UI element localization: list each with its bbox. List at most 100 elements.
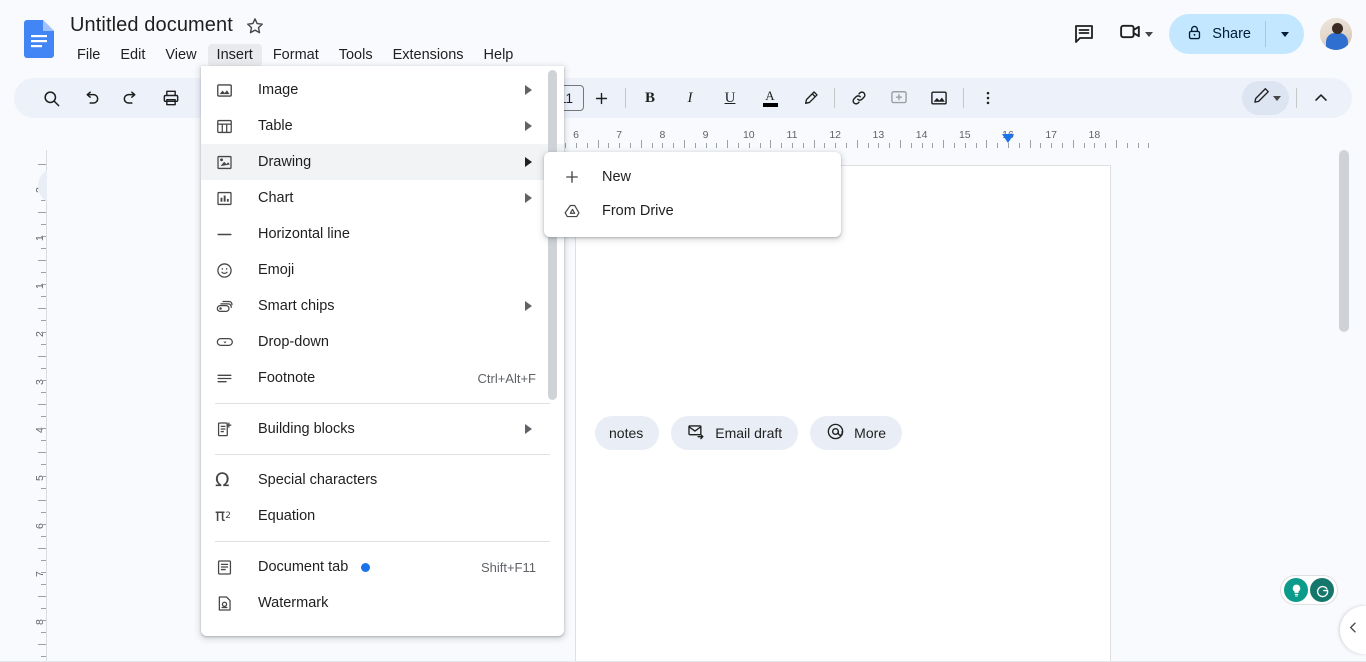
grammarly-logo-icon[interactable] <box>1310 578 1334 602</box>
menu-item-building-blocks[interactable]: Building blocks <box>201 411 564 447</box>
page-scrollbar[interactable] <box>1339 150 1349 662</box>
menu-item-horizontal-line[interactable]: Horizontal line <box>201 216 564 252</box>
google-docs-icon[interactable] <box>24 20 54 58</box>
chip-notes[interactable]: notes <box>595 416 660 450</box>
ruler-tick <box>38 404 46 405</box>
menu-help[interactable]: Help <box>475 44 523 67</box>
horizontal-line-icon <box>215 225 241 244</box>
ruler-tick <box>932 143 934 148</box>
menu-file[interactable]: File <box>68 44 109 67</box>
meet-button[interactable] <box>1110 14 1159 54</box>
menu-item-special-characters[interactable]: Ω Special characters <box>201 462 564 498</box>
menu-tools[interactable]: Tools <box>330 44 382 67</box>
share-dropdown-button[interactable] <box>1266 14 1304 54</box>
menu-separator <box>215 541 550 542</box>
right-indent-marker[interactable] <box>1002 134 1014 143</box>
menu-item-label: Table <box>258 118 293 134</box>
menu-item-emoji[interactable]: Emoji <box>201 252 564 288</box>
footnote-icon <box>215 369 241 388</box>
menu-item-label: Watermark <box>258 595 329 611</box>
header-actions: Share <box>1064 14 1352 54</box>
document-title[interactable]: Untitled document <box>70 14 233 37</box>
more-vertical-icon[interactable] <box>971 81 1005 115</box>
underline-label: U <box>724 89 736 106</box>
ruler-tick <box>975 143 977 148</box>
menu-item-drawing[interactable]: Drawing <box>201 144 564 180</box>
comment-history-icon[interactable] <box>1064 14 1104 54</box>
chevron-right-icon <box>525 121 532 131</box>
ruler-tick <box>856 140 858 148</box>
lock-icon <box>1186 24 1203 45</box>
chip-email-draft[interactable]: Email draft <box>671 416 799 450</box>
menu-item-label: Chart <box>258 190 294 206</box>
menu-item-watermark[interactable]: Watermark <box>201 585 564 621</box>
menu-item-drop-down[interactable]: Drop-down <box>201 324 564 360</box>
ruler-tick <box>910 143 912 148</box>
smart-chips-icon <box>215 296 241 316</box>
menu-item-shortcut: Ctrl+Alt+F <box>477 370 536 386</box>
ruler-tick <box>997 143 999 148</box>
highlighter-icon[interactable] <box>793 81 827 115</box>
grammarly-widget[interactable] <box>1280 575 1338 605</box>
menu-insert[interactable]: Insert <box>207 44 262 67</box>
avatar[interactable] <box>1320 18 1352 50</box>
ruler-tick <box>1008 143 1009 148</box>
menu-item-image[interactable]: Image <box>201 72 564 108</box>
menu-item-smart-chips[interactable]: Smart chips <box>201 288 564 324</box>
submenu-item-from-drive[interactable]: From Drive <box>544 194 841 228</box>
menu-item-label: Horizontal line <box>258 226 350 242</box>
text-color-button[interactable]: A <box>753 81 787 115</box>
ruler-tick <box>770 140 772 148</box>
ruler-tick <box>630 143 631 148</box>
ruler-tick <box>640 140 642 148</box>
ruler-tick <box>792 143 793 148</box>
page-scrollbar-thumb[interactable] <box>1339 150 1349 332</box>
chip-more[interactable]: More <box>810 416 903 450</box>
menu-item-chart[interactable]: Chart <box>201 180 564 216</box>
editing-mode-button[interactable] <box>1242 81 1289 115</box>
star-outline-icon[interactable] <box>245 16 265 36</box>
search-icon[interactable] <box>34 81 68 115</box>
undo-icon[interactable] <box>74 81 108 115</box>
add-comment-icon[interactable] <box>882 81 916 115</box>
italic-button[interactable]: I <box>673 81 707 115</box>
ruler-number: 15 <box>958 129 971 141</box>
ruler-tick <box>1137 143 1139 148</box>
drawing-submenu: New From Drive <box>544 152 841 237</box>
underline-button[interactable]: U <box>713 81 747 115</box>
increase-font-size-button[interactable] <box>584 81 618 115</box>
menu-item-footnote[interactable]: Footnote Ctrl+Alt+F <box>201 360 564 396</box>
ruler-tick <box>651 143 653 148</box>
share-button[interactable]: Share <box>1169 14 1265 54</box>
ruler-number: 8 <box>659 129 666 141</box>
ruler-tick <box>889 143 891 148</box>
ruler-tick <box>781 143 783 148</box>
link-icon[interactable] <box>842 81 876 115</box>
grammarly-suggestion-icon[interactable] <box>1284 578 1308 602</box>
menu-item-table[interactable]: Table <box>201 108 564 144</box>
menu-format[interactable]: Format <box>264 44 328 67</box>
menu-item-label: Equation <box>258 508 316 524</box>
collapse-toolbar-button[interactable] <box>1304 81 1338 115</box>
redo-icon[interactable] <box>114 81 148 115</box>
insert-image-icon[interactable] <box>922 81 956 115</box>
menu-item-equation[interactable]: π2 Equation <box>201 498 564 534</box>
ruler-number: 11 <box>786 129 798 141</box>
menu-bar: File Edit View Insert Format Tools Exten… <box>68 44 522 67</box>
ruler-tick <box>597 140 599 148</box>
menu-item-document-tab[interactable]: Document tab Shift+F11 <box>201 549 564 585</box>
submenu-item-new[interactable]: New <box>544 160 841 194</box>
ruler-tick <box>824 143 826 148</box>
print-icon[interactable] <box>154 81 188 115</box>
ruler-tick <box>738 143 739 148</box>
document-page[interactable] <box>575 165 1111 662</box>
bold-button[interactable]: B <box>633 81 667 115</box>
ruler-tick <box>1029 140 1031 148</box>
vertical-ruler[interactable]: 21123456789 <box>24 150 46 662</box>
ruler-tick <box>38 212 46 213</box>
menu-view[interactable]: View <box>156 44 205 67</box>
menu-edit[interactable]: Edit <box>111 44 154 67</box>
ruler-tick <box>878 143 880 148</box>
email-draft-icon <box>687 422 706 444</box>
menu-extensions[interactable]: Extensions <box>384 44 473 67</box>
